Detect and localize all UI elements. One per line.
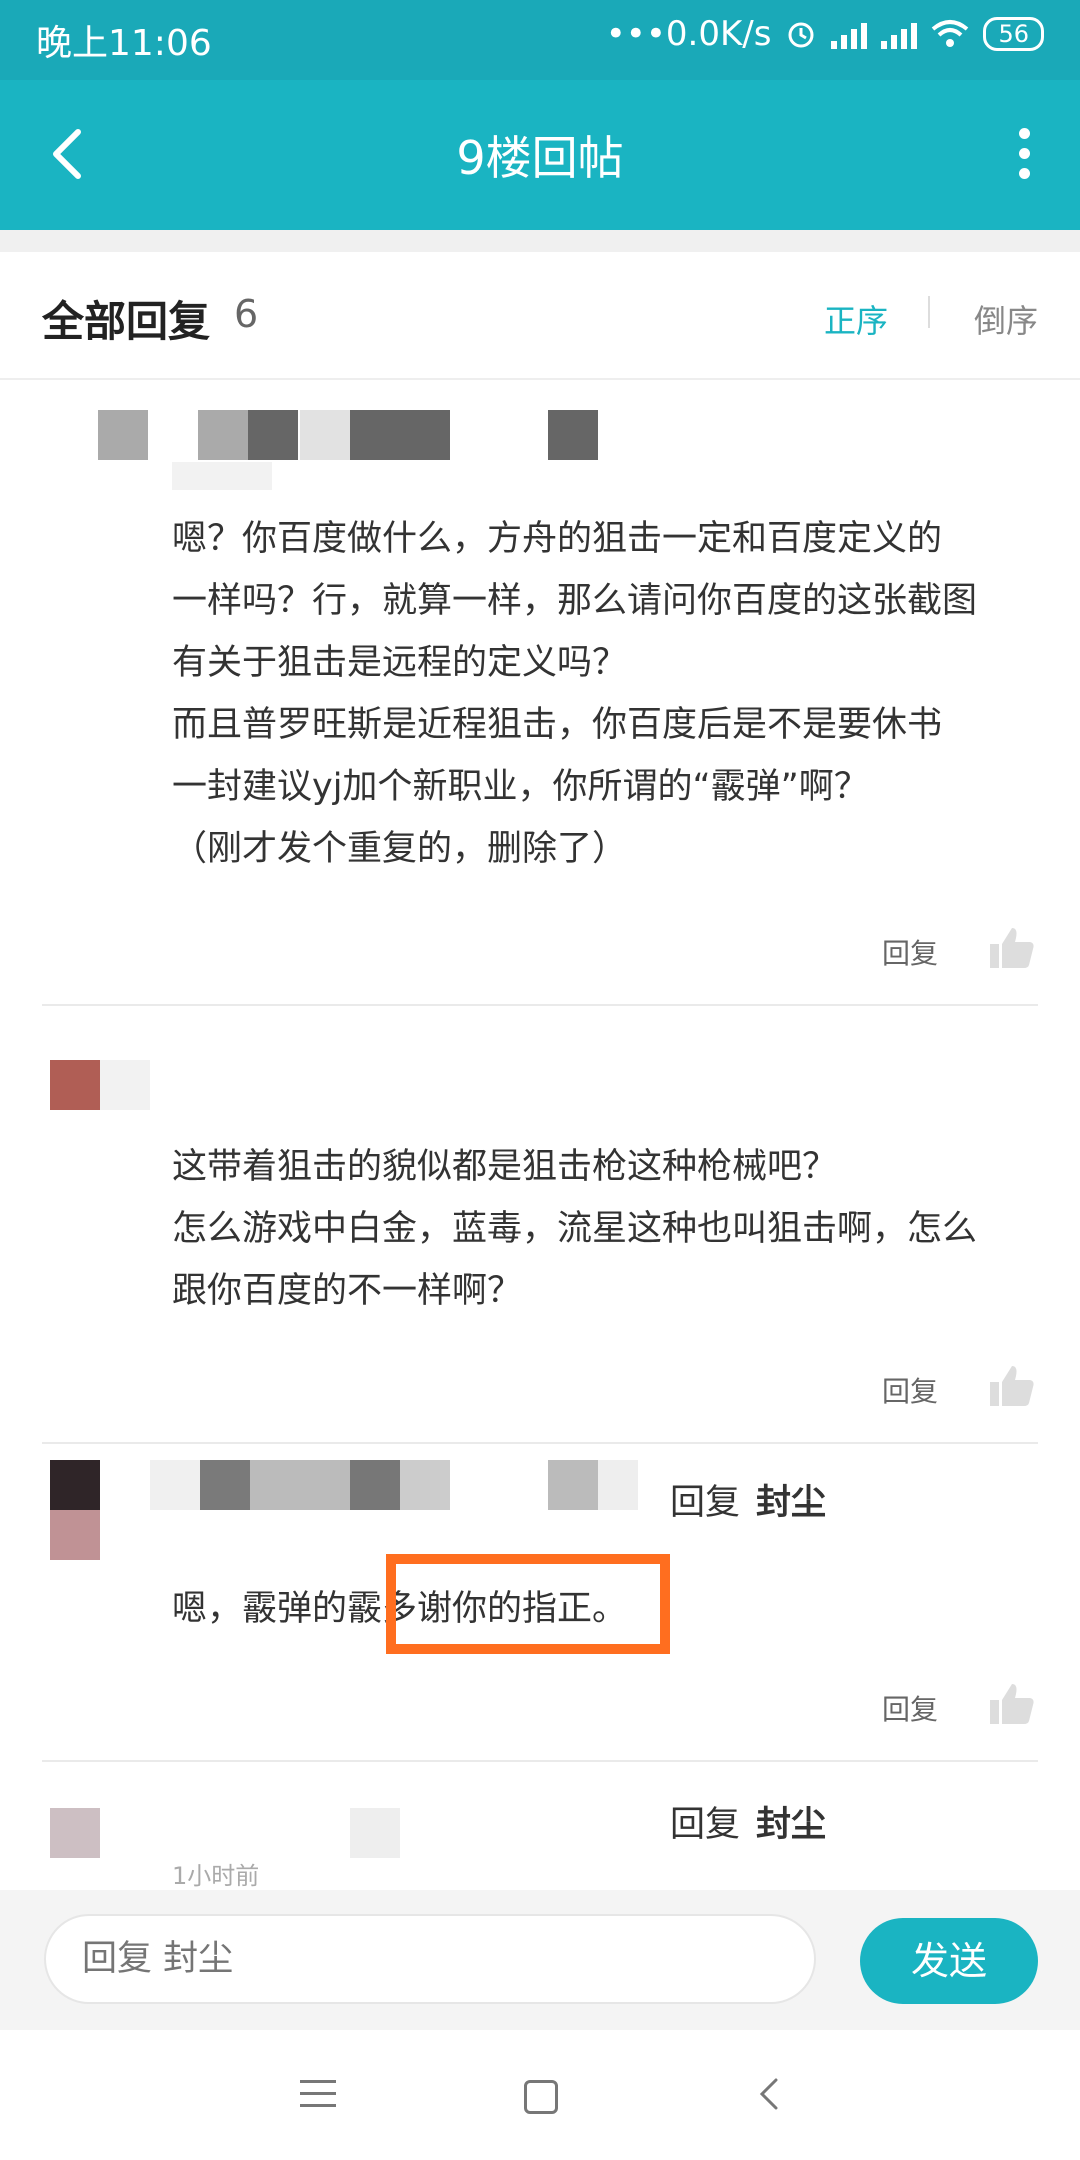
post-line: 一样吗？行，就算一样，那么请问你百度的这张截图 (172, 581, 978, 621)
replies-title: 全部回复 (42, 297, 211, 346)
post-line: 有关于狙击是远程的定义吗？ (172, 643, 628, 683)
reply-input[interactable] (44, 1914, 816, 2004)
more-vertical-icon[interactable] (1012, 128, 1036, 184)
post-time: 1小时前 (172, 1862, 260, 1890)
post-divider (42, 1442, 1038, 1444)
reply-to-user[interactable]: 封尘 (756, 1805, 826, 1845)
post-time-blurred (172, 462, 272, 490)
highlight-annotation-box (386, 1554, 670, 1654)
reply-to-label: 回复 (670, 1805, 741, 1845)
thumbs-up-icon[interactable] (988, 1680, 1036, 1728)
separator-strip (0, 230, 1080, 252)
home-icon[interactable] (524, 2080, 558, 2114)
reply-to-label: 回复 (670, 1483, 741, 1523)
post-line: 而且普罗旺斯是近程狙击，你百度后是不是要休书 (172, 705, 943, 745)
reply-input-bar: 发送 (0, 1890, 1080, 2030)
username-pixelated[interactable] (100, 1060, 150, 1110)
post-line: （刚才发个重复的，删除了） (172, 829, 628, 869)
avatar[interactable] (50, 1808, 100, 1858)
thumbs-up-icon[interactable] (988, 1362, 1036, 1410)
replies-count: 6 (234, 292, 259, 336)
avatar[interactable] (50, 1060, 100, 1110)
signal-icon (831, 19, 868, 49)
post-content: 嗯？你百度做什么，方舟的狙击一定和百度定义的 一样吗？行，就算一样，那么请问你百… (172, 508, 1052, 880)
app-header: 9楼回帖 (0, 80, 1080, 230)
post-line: 跟你百度的不一样啊？ (172, 1271, 523, 1311)
status-icons: •••0.0K/s 56 (606, 14, 1044, 54)
username-pixelated[interactable] (350, 1808, 400, 1858)
wifi-icon (932, 20, 969, 47)
post-line: 怎么游戏中白金，蓝毒，流星这种也叫狙击啊，怎么 (172, 1209, 978, 1249)
reply-button[interactable]: 回复 (882, 932, 938, 972)
reply-to-user[interactable]: 封尘 (756, 1483, 826, 1523)
system-nav-bar (0, 2030, 1080, 2160)
reply-to-target: 回复 封尘 (670, 1796, 826, 1847)
battery-icon: 56 (983, 17, 1044, 51)
signal-icon-2 (881, 19, 918, 49)
alarm-icon (788, 22, 814, 48)
send-button[interactable]: 发送 (860, 1918, 1038, 2004)
sort-divider (928, 296, 930, 328)
page-title: 9楼回帖 (456, 131, 624, 185)
reply-button[interactable]: 回复 (882, 1370, 938, 1410)
post-line: 这带着狙击的貌似都是狙击枪这种枪械吧？ (172, 1147, 838, 1187)
network-speed: •••0.0K/s (605, 14, 772, 54)
sort-descending-button[interactable]: 倒序 (974, 296, 1038, 342)
thumbs-up-icon[interactable] (988, 924, 1036, 972)
reply-button[interactable]: 回复 (882, 1688, 938, 1728)
post-content: 这带着狙击的貌似都是狙击枪这种枪械吧？ 怎么游戏中白金，蓝毒，流星这种也叫狙击啊… (172, 1136, 1052, 1322)
post-divider (42, 1760, 1038, 1762)
post-divider (42, 1004, 1038, 1006)
menu-icon[interactable] (300, 2080, 336, 2116)
reply-to-target: 回复 封尘 (670, 1474, 826, 1525)
status-bar: 晚上11:06 •••0.0K/s 56 (0, 0, 1080, 80)
replies-header: 全部回复 6 正序 倒序 (0, 252, 1080, 380)
post-line: 嗯？你百度做什么，方舟的狙击一定和百度定义的 (172, 519, 943, 559)
post-line: 一封建议yj加个新职业，你所谓的“霰弹”啊？ (172, 767, 869, 807)
sort-ascending-button[interactable]: 正序 (824, 296, 888, 342)
avatar[interactable] (98, 410, 148, 460)
nav-back-icon[interactable] (752, 2076, 788, 2112)
status-time: 晚上11:06 (36, 23, 212, 64)
